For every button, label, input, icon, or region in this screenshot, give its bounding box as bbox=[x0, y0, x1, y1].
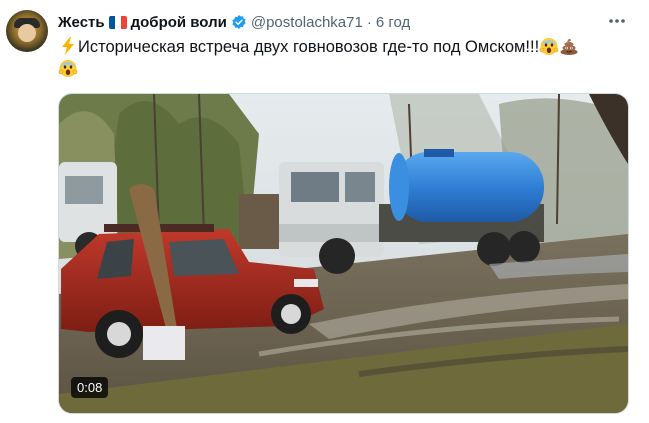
screaming-face-icon bbox=[539, 38, 559, 55]
author-name[interactable]: Жесть bbox=[58, 14, 105, 31]
timestamp[interactable]: 6 год bbox=[376, 14, 410, 31]
more-dots-graphic bbox=[609, 19, 625, 23]
video-player[interactable]: 0:08 bbox=[58, 93, 629, 414]
avatar-face bbox=[18, 24, 36, 42]
video-duration: 0:08 bbox=[71, 377, 109, 398]
screaming-face-icon-2 bbox=[58, 60, 78, 77]
separator-dot: · bbox=[366, 13, 372, 31]
tweet-text: Историческая встреча двух говновозов где… bbox=[58, 36, 628, 80]
france-flag-icon bbox=[108, 15, 127, 29]
tweet-body-text: Историческая встреча двух говновозов где… bbox=[78, 38, 540, 56]
author-handle[interactable]: @postolachka71 bbox=[251, 14, 363, 31]
avatar[interactable] bbox=[6, 10, 48, 52]
tweet[interactable]: Жесть доброй воли @postolachka71 · 6 год… bbox=[0, 0, 649, 423]
author-name-suffix[interactable]: доброй воли bbox=[131, 14, 227, 31]
verified-badge-icon bbox=[232, 15, 246, 29]
tweet-header: Жесть доброй воли @postolachka71 · 6 год bbox=[58, 11, 410, 33]
pile-of-poo-icon bbox=[560, 38, 578, 55]
video-frame bbox=[59, 94, 628, 413]
lightning-icon bbox=[62, 37, 74, 55]
more-horizontal-icon[interactable] bbox=[604, 10, 630, 32]
